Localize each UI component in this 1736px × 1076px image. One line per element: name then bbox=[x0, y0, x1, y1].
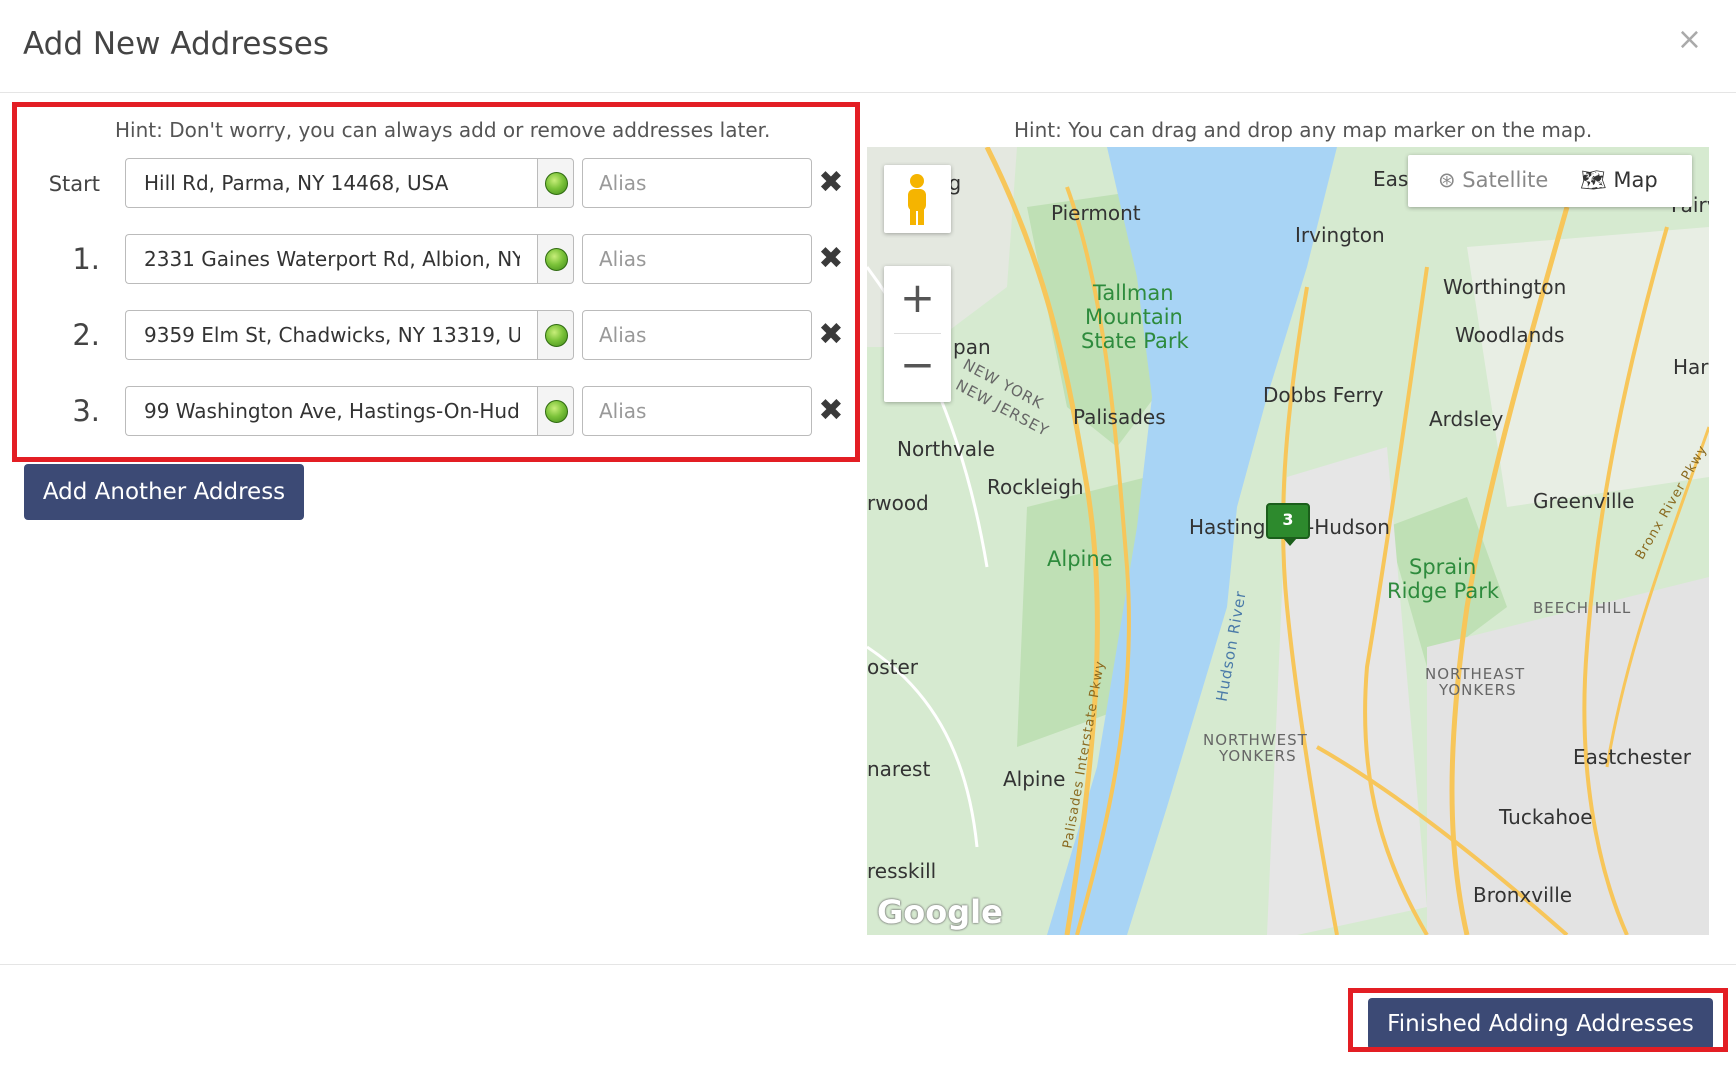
satellite-icon: ⊛ bbox=[1438, 168, 1456, 192]
map-label: Ardsley bbox=[1429, 407, 1504, 431]
map-label: Eastchester bbox=[1573, 745, 1691, 769]
google-logo: Google bbox=[877, 893, 1003, 931]
map-label: Northvale bbox=[897, 437, 995, 461]
add-addresses-modal: Add New Addresses × Hint: Don't worry, y… bbox=[0, 0, 1736, 1076]
map-label: Bronxville bbox=[1473, 883, 1573, 907]
map-label: YONKERS bbox=[1439, 681, 1517, 699]
map-label: -Hudson bbox=[1307, 515, 1390, 539]
map-label: Alpine bbox=[1047, 547, 1113, 571]
map-label: Hasting bbox=[1189, 515, 1266, 539]
map-marker[interactable]: 3 bbox=[1266, 503, 1310, 546]
map-label: Sprain bbox=[1409, 555, 1477, 579]
modal-title: Add New Addresses bbox=[23, 26, 330, 62]
map-label: oster bbox=[867, 655, 919, 679]
map-label: BEECH HILL bbox=[1533, 599, 1632, 617]
map-label: Piermont bbox=[1051, 201, 1141, 225]
map-label: Woodlands bbox=[1455, 323, 1565, 347]
map-icon: 🗺 bbox=[1580, 168, 1607, 192]
map-label: narest bbox=[867, 757, 931, 781]
map-label: Greenville bbox=[1533, 489, 1635, 513]
map-option[interactable]: 🗺 Map bbox=[1580, 168, 1658, 193]
map-label: Rockleigh bbox=[987, 475, 1084, 499]
finish-button-highlight bbox=[1348, 988, 1728, 1052]
map-label: Irvington bbox=[1295, 223, 1385, 247]
footer-divider bbox=[0, 964, 1736, 965]
map-label: Ridge Park bbox=[1387, 579, 1500, 603]
map-view[interactable]: eburg Piermont Irvington Eas Fairvi Tall… bbox=[867, 147, 1709, 935]
map-label: Worthington bbox=[1443, 275, 1567, 299]
map-label: Palisades bbox=[1073, 405, 1166, 429]
map-label: Tuckahoe bbox=[1499, 805, 1593, 829]
map-label: Eas bbox=[1373, 167, 1409, 191]
zoom-out-button[interactable]: − bbox=[884, 333, 951, 400]
add-another-address-button[interactable]: Add Another Address bbox=[24, 464, 304, 520]
map-label: Tallman bbox=[1093, 281, 1174, 305]
map-label: rwood bbox=[867, 491, 929, 515]
modal-header: Add New Addresses × bbox=[0, 0, 1736, 93]
map-label: resskill bbox=[867, 859, 937, 883]
zoom-controls: + − bbox=[884, 266, 951, 402]
map-label: Hartsd bbox=[1673, 355, 1709, 379]
zoom-in-button[interactable]: + bbox=[884, 266, 951, 333]
map-label: Dobbs Ferry bbox=[1263, 383, 1384, 407]
hint-right: Hint: You can drag and drop any map mark… bbox=[1014, 118, 1593, 142]
satellite-option[interactable]: ⊛ Satellite bbox=[1438, 168, 1548, 192]
map-label: YONKERS bbox=[1219, 747, 1297, 765]
map-type-toggle: ⊛ Satellite 🗺 Map bbox=[1408, 155, 1692, 207]
map-label: State Park bbox=[1081, 329, 1189, 353]
map-label: Alpine bbox=[1003, 767, 1066, 791]
map-label: pan bbox=[953, 335, 991, 359]
address-list-highlight bbox=[12, 102, 860, 462]
pegman-icon bbox=[908, 174, 926, 225]
map-label: Mountain bbox=[1085, 305, 1183, 329]
close-icon[interactable]: × bbox=[1677, 22, 1702, 57]
street-view-pegman[interactable] bbox=[884, 165, 951, 233]
